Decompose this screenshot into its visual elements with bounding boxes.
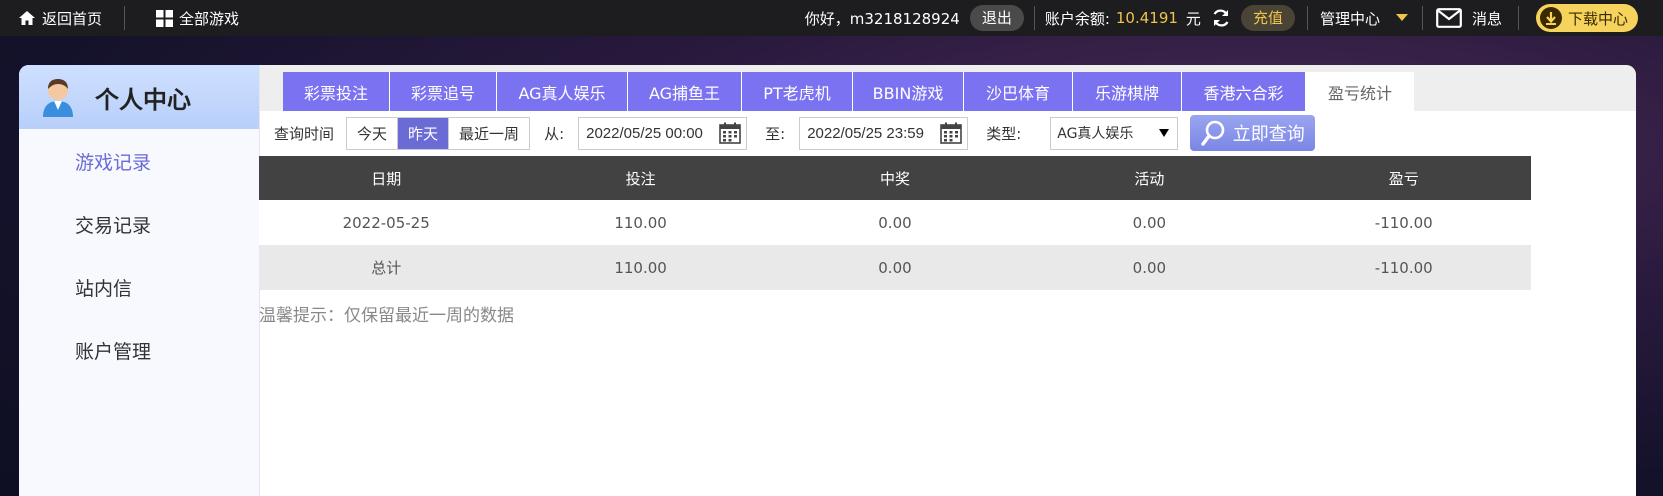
range-yesterday-button[interactable]: 昨天: [398, 117, 450, 149]
divider: [1306, 6, 1308, 30]
table-cell: 2022-05-25: [342, 213, 430, 232]
sidebar: 个人中心 游戏记录 交易记录 站内信 账户管理: [19, 65, 260, 496]
personal-center-panel: 个人中心 游戏记录 交易记录 站内信 账户管理 彩票投注 彩票追号 AG真人娱乐…: [19, 65, 1636, 496]
mail-icon: [1436, 8, 1462, 28]
tab-bbin-games[interactable]: BBIN游戏: [853, 72, 964, 111]
query-button[interactable]: 立即查询: [1190, 115, 1316, 151]
download-center-label: 下载中心: [1567, 9, 1628, 28]
grid-icon: [156, 9, 174, 27]
to-date-field[interactable]: 2022/05/25 23:59: [799, 116, 969, 150]
from-label: 从:: [544, 124, 565, 143]
sidebar-item-transaction-records[interactable]: 交易记录: [19, 193, 259, 256]
recharge-button[interactable]: 充值: [1240, 5, 1295, 31]
range-last-week-button[interactable]: 最近一周: [449, 117, 530, 149]
sidebar-header: 个人中心: [19, 65, 259, 129]
table-header: 日期 投注 中奖 活动 盈亏: [259, 156, 1531, 200]
query-time-label: 查询时间: [274, 124, 335, 143]
date-range-toggle: 今天 昨天 最近一周: [346, 116, 531, 150]
column-header-promotion: 活动: [1134, 169, 1165, 188]
table-cell: 总计: [371, 259, 402, 277]
table-cell: 0.00: [1132, 258, 1167, 277]
tab-pt-slots[interactable]: PT老虎机: [742, 72, 853, 111]
divider: [1517, 6, 1519, 30]
refresh-icon[interactable]: [1211, 8, 1231, 28]
filter-bar: 查询时间 今天 昨天 最近一周 从: 2022/05/25 00:00 至: 2…: [259, 113, 1619, 153]
table-cell: -110.00: [1374, 258, 1433, 277]
messages-label: 消息: [1471, 9, 1502, 28]
tab-ag-fishing[interactable]: AG捕鱼王: [628, 72, 742, 111]
all-games-link[interactable]: 全部游戏: [156, 0, 239, 36]
table-cell: 110.00: [614, 258, 667, 277]
query-button-label: 立即查询: [1232, 124, 1305, 145]
tab-lottery-bets[interactable]: 彩票投注: [283, 72, 390, 111]
top-bar: 返回首页 全部游戏 你好，m3218128924 退出 账户余额: 10.419…: [0, 0, 1663, 36]
from-date-field[interactable]: 2022/05/25 00:00: [578, 116, 748, 150]
table-row: 2022-05-25 110.00 0.00 0.00 -110.00: [259, 200, 1531, 245]
download-icon: [1539, 7, 1562, 29]
table-cell: -110.00: [1374, 213, 1433, 232]
tab-lottery-chase[interactable]: 彩票追号: [390, 72, 497, 111]
caret-down-icon: [1159, 129, 1170, 137]
profit-loss-table: 日期 投注 中奖 活动 盈亏 2022-05-25 110.00 0.00 0.…: [259, 156, 1531, 290]
sidebar-item-game-records[interactable]: 游戏记录: [19, 130, 259, 193]
tip-text: 温馨提示：仅保留最近一周的数据: [259, 306, 514, 326]
download-center-button[interactable]: 下载中心: [1535, 4, 1638, 32]
manage-center-label: 管理中心: [1319, 9, 1380, 28]
magnifier-icon: [1201, 120, 1225, 146]
type-select[interactable]: AG真人娱乐: [1050, 116, 1179, 150]
calendar-icon[interactable]: [719, 122, 741, 144]
tab-hk-mark-six[interactable]: 香港六合彩: [1182, 72, 1306, 111]
home-link[interactable]: 返回首页: [18, 0, 102, 36]
to-date-value: 2022/05/25 23:59: [807, 124, 924, 142]
sidebar-item-account-management[interactable]: 账户管理: [19, 319, 259, 382]
divider: [1033, 6, 1035, 30]
manage-center-menu[interactable]: 管理中心: [1320, 0, 1408, 36]
type-label: 类型:: [986, 124, 1022, 143]
table-cell: 0.00: [878, 213, 912, 232]
table-cell: 110.00: [614, 213, 667, 232]
logout-button[interactable]: 退出: [969, 5, 1024, 31]
table-cell: 0.00: [1132, 213, 1167, 232]
sidebar-title: 个人中心: [95, 85, 191, 114]
calendar-icon[interactable]: [940, 122, 962, 144]
type-select-value: AG真人娱乐: [1057, 126, 1134, 142]
to-label: 至:: [765, 124, 786, 143]
divider: [124, 6, 126, 30]
tab-saba-sports[interactable]: 沙巴体育: [964, 72, 1073, 111]
column-header-bets: 投注: [625, 169, 656, 188]
user-avatar-icon: [41, 77, 75, 117]
from-date-value: 2022/05/25 00:00: [586, 124, 703, 142]
sidebar-item-site-messages[interactable]: 站内信: [19, 256, 259, 319]
home-icon: [18, 10, 36, 26]
tab-profit-loss[interactable]: 盈亏统计: [1306, 72, 1414, 111]
messages-link[interactable]: 消息: [1436, 0, 1502, 36]
greeting: 你好，m3218128924: [804, 9, 960, 28]
column-header-date: 日期: [371, 169, 402, 188]
balance-value: 10.4191: [1115, 9, 1178, 27]
tab-ag-live[interactable]: AG真人娱乐: [497, 72, 628, 111]
table-cell: 0.00: [878, 258, 912, 277]
balance-unit: 元: [1185, 9, 1201, 28]
divider: [1421, 6, 1423, 30]
game-tabs: 彩票投注 彩票追号 AG真人娱乐 AG捕鱼王 PT老虎机 BBIN游戏 沙巴体育…: [260, 65, 1636, 111]
table-row-total: 总计 110.00 0.00 0.00 -110.00: [259, 245, 1531, 290]
column-header-winnings: 中奖: [879, 169, 910, 188]
caret-down-icon: [1395, 14, 1408, 22]
column-header-profit-loss: 盈亏: [1388, 169, 1419, 188]
balance-label: 账户余额:: [1044, 9, 1110, 28]
tab-leyou-chess[interactable]: 乐游棋牌: [1073, 72, 1182, 111]
all-games-label: 全部游戏: [179, 9, 240, 28]
range-today-button[interactable]: 今天: [347, 117, 399, 149]
home-label: 返回首页: [42, 9, 103, 28]
